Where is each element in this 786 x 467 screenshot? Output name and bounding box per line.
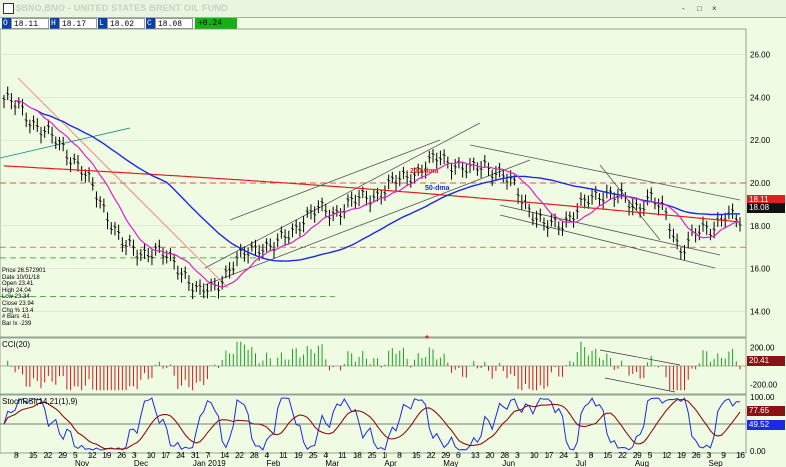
x-tick-label: 24 [176, 451, 185, 460]
y-tick-label: 16.00 [750, 265, 771, 274]
x-tick-label: 29 [58, 451, 67, 460]
info-line: Close 23.94 [2, 300, 35, 307]
month-label: Mar [325, 459, 339, 467]
x-tick-label: 24 [559, 451, 568, 460]
x-tick-label: 3 [515, 451, 520, 460]
dma50-label: 50-dma [425, 185, 450, 192]
chart-window: $BNO,BNO - UNITED STATES BRENT OIL FUND … [0, 0, 786, 467]
x-tick-label: 26 [117, 451, 126, 460]
x-tick-label: 25 [309, 451, 318, 460]
info-line: Open 23.41 [2, 281, 34, 288]
y-tick-label: 20.00 [750, 179, 771, 188]
x-tick-label: 22 [235, 451, 244, 460]
info-line: Price 26.572901 [2, 268, 46, 274]
x-tick-label: 22 [618, 451, 627, 460]
x-tick-label: 15 [412, 451, 421, 460]
x-tick-label: 8 [589, 451, 594, 460]
x-tick-label: 19 [294, 451, 303, 460]
data-info-box: Price 26.572901 Date 10/01/18 Open 23.41… [2, 268, 46, 327]
info-line: Bar Ix -239 [2, 320, 32, 327]
info-line: Low 23.34 [2, 294, 30, 301]
x-tick-label: 25 [368, 451, 377, 460]
x-tick-label: 26 [692, 451, 701, 460]
y-tick-label: 24.00 [750, 93, 771, 102]
info-line: # Bars -61 [2, 314, 30, 321]
rsi-slow-tag: 77.65 [747, 406, 785, 416]
x-tick-label: 28 [250, 451, 259, 460]
x-tick-label: 11 [338, 451, 347, 460]
x-tick-label: 18 [353, 451, 362, 460]
cci-tag: 20.41 [747, 356, 785, 366]
x-tick-label: 19 [677, 451, 686, 460]
x-tick-label: 15 [603, 451, 612, 460]
month-label: Jul [576, 459, 586, 467]
cci-title: CCI(20) [2, 340, 31, 349]
x-tick-label: 16 [736, 451, 745, 460]
info-line: Date 10/01/18 [2, 274, 40, 281]
price-tag-last: 18.08 [747, 203, 785, 213]
month-label: Dec [134, 459, 148, 467]
rsi-title: StochRSI(14,21(1),9) [2, 397, 78, 406]
rsi-tick-label: 0.00 [750, 447, 766, 456]
cci-star: * [425, 334, 429, 345]
y-tick-label: 18.00 [750, 222, 771, 231]
month-label: Sep [709, 459, 724, 467]
cci-tick-label: 200.00 [750, 343, 775, 352]
x-tick-label: 11 [279, 451, 288, 460]
rsi-fast-tag: 49.52 [747, 420, 785, 430]
x-tick-label: 17 [161, 451, 170, 460]
month-label: Apr [384, 459, 397, 467]
month-label: Aug [635, 459, 649, 467]
x-tick-label: 15 [29, 451, 38, 460]
month-label: May [443, 459, 458, 467]
x-tick-label: 22 [427, 451, 436, 460]
y-tick-label: 14.00 [750, 307, 771, 316]
info-line: High 24.04 [2, 287, 32, 294]
chart-canvas: 26.00 24.00 22.00 20.00 18.00 16.00 14.00 8 15 22… [0, 28, 778, 467]
cci-tick-label: -200.00 [750, 381, 778, 390]
x-tick-label: 8 [397, 451, 402, 460]
month-label: Nov [75, 459, 89, 467]
rsi-tick-label: 100.00 [750, 393, 775, 402]
x-tick-label: 22 [43, 451, 52, 460]
y-tick-label: 26.00 [750, 51, 771, 60]
x-tick-label: 13 [471, 451, 480, 460]
dma200-label: 200-dma [410, 168, 439, 175]
x-tick-label: 20 [486, 451, 495, 460]
y-tick-label: 22.00 [750, 136, 771, 145]
info-line: Chg % 13.4 [2, 307, 34, 314]
month-label: Feb [266, 459, 280, 467]
x-tick-label: 12 [662, 451, 671, 460]
x-tick-label: 19 [102, 451, 111, 460]
x-tick-label: 10 [530, 451, 539, 460]
month-label: Jan 2019 [193, 459, 226, 467]
x-tick-label: 17 [544, 451, 553, 460]
x-tick-label: 8 [14, 451, 19, 460]
month-label: Jun [502, 459, 515, 467]
